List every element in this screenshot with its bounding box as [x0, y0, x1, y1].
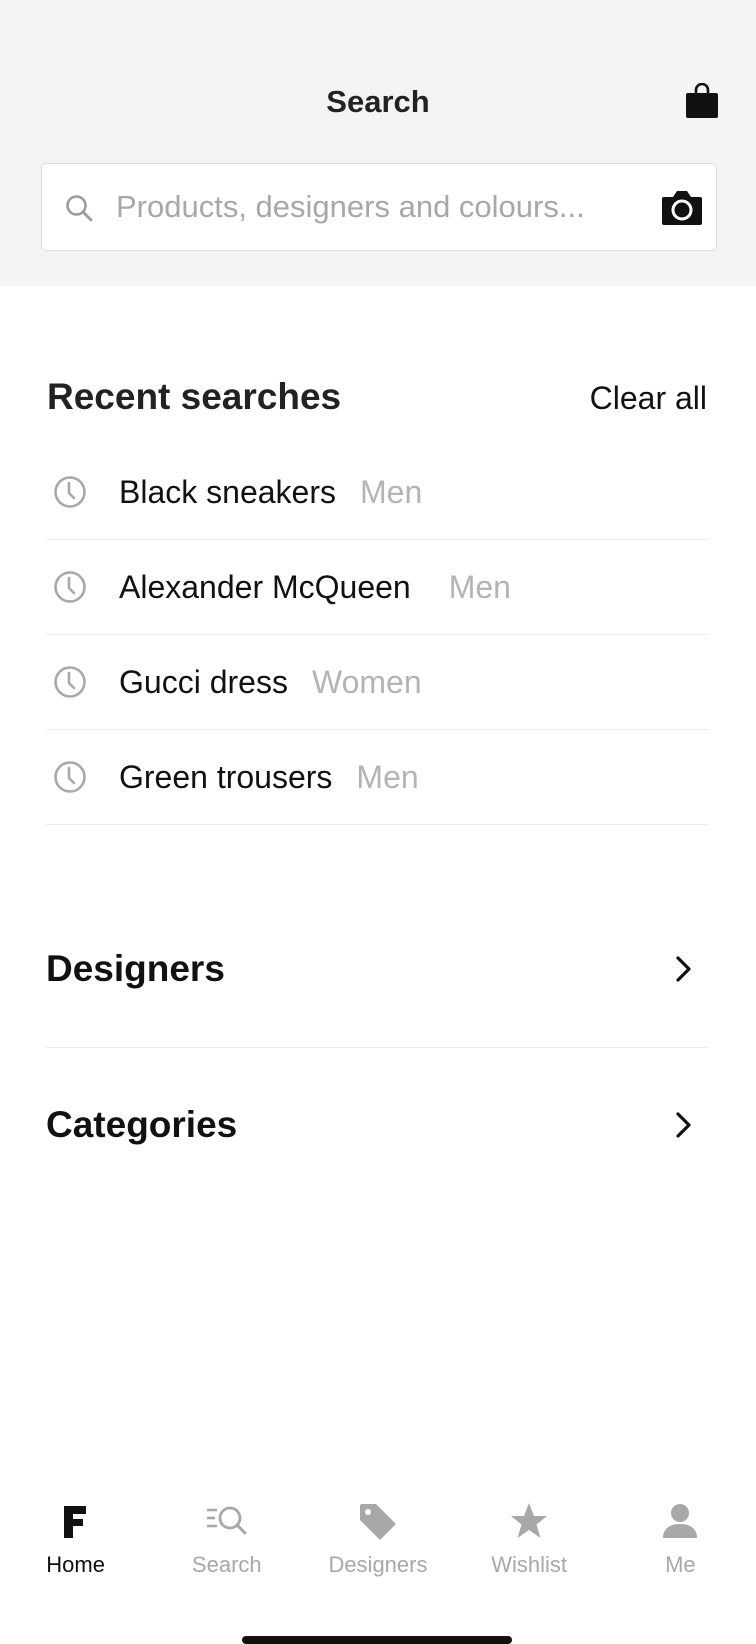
recent-search-query: Alexander McQueen — [119, 568, 411, 605]
recent-search-item[interactable]: Green trousers Men — [46, 730, 708, 825]
clock-icon — [54, 571, 86, 603]
clock-icon — [54, 761, 86, 793]
recent-searches-list: Black sneakers Men Alexander McQueen Men G… — [46, 445, 708, 825]
search-input[interactable] — [116, 178, 616, 236]
tab-label: Wishlist — [491, 1552, 568, 1577]
home-f-icon — [63, 1506, 86, 1538]
recent-search-item[interactable]: Alexander McQueen Men — [46, 540, 708, 635]
categories-label: Categories — [46, 1104, 238, 1145]
bottom-tab-bar: Home Search Designers Wishlist Me — [0, 1490, 756, 1600]
search-icon — [66, 195, 93, 222]
header: Search — [0, 0, 756, 286]
designers-label: Designers — [46, 948, 225, 989]
tab-label: Search — [191, 1552, 262, 1577]
recent-search-item[interactable]: Black sneakers Men — [46, 445, 708, 540]
recent-search-department: Men — [359, 473, 423, 510]
home-indicator — [242, 1636, 512, 1644]
recent-search-department: Men — [356, 758, 419, 795]
recent-search-query: Green trousers — [119, 758, 333, 795]
tab-label: Designers — [328, 1552, 428, 1577]
tab-me[interactable]: Me — [605, 1490, 756, 1600]
tab-home[interactable]: Home — [0, 1490, 151, 1600]
recent-search-query: Black sneakers — [119, 473, 336, 510]
recent-search-department: Men — [448, 568, 511, 605]
camera-icon[interactable] — [660, 186, 704, 228]
recent-search-query: Gucci dress — [119, 663, 288, 700]
recent-searches-title: Recent searches — [47, 376, 342, 417]
star-icon — [511, 1503, 548, 1538]
clock-icon — [54, 476, 86, 508]
tab-label: Me — [665, 1552, 696, 1577]
chevron-right-icon — [676, 956, 691, 982]
designers-row[interactable]: Designers — [46, 929, 708, 1009]
tab-wishlist[interactable]: Wishlist — [454, 1490, 605, 1600]
clock-icon — [54, 666, 86, 698]
shopping-bag-icon — [686, 83, 718, 118]
section-divider — [46, 1047, 708, 1048]
categories-row[interactable]: Categories — [46, 1085, 708, 1165]
recent-search-department: Women — [311, 663, 422, 700]
clear-all-button[interactable]: Clear all — [590, 380, 707, 417]
search-list-icon — [206, 1506, 247, 1535]
page-title: Search — [326, 84, 430, 119]
chevron-right-icon — [676, 1112, 691, 1138]
tab-label: Home — [46, 1552, 105, 1577]
recent-search-item[interactable]: Gucci dress Women — [46, 635, 708, 730]
shopping-bag-button[interactable] — [680, 80, 724, 124]
tag-icon — [359, 1504, 396, 1540]
person-icon — [663, 1504, 698, 1538]
search-screen: Search Recent searches Clear all — [0, 0, 756, 1644]
tab-designers[interactable]: Designers — [302, 1490, 453, 1600]
search-bar[interactable] — [41, 163, 717, 251]
tab-search[interactable]: Search — [151, 1490, 302, 1600]
